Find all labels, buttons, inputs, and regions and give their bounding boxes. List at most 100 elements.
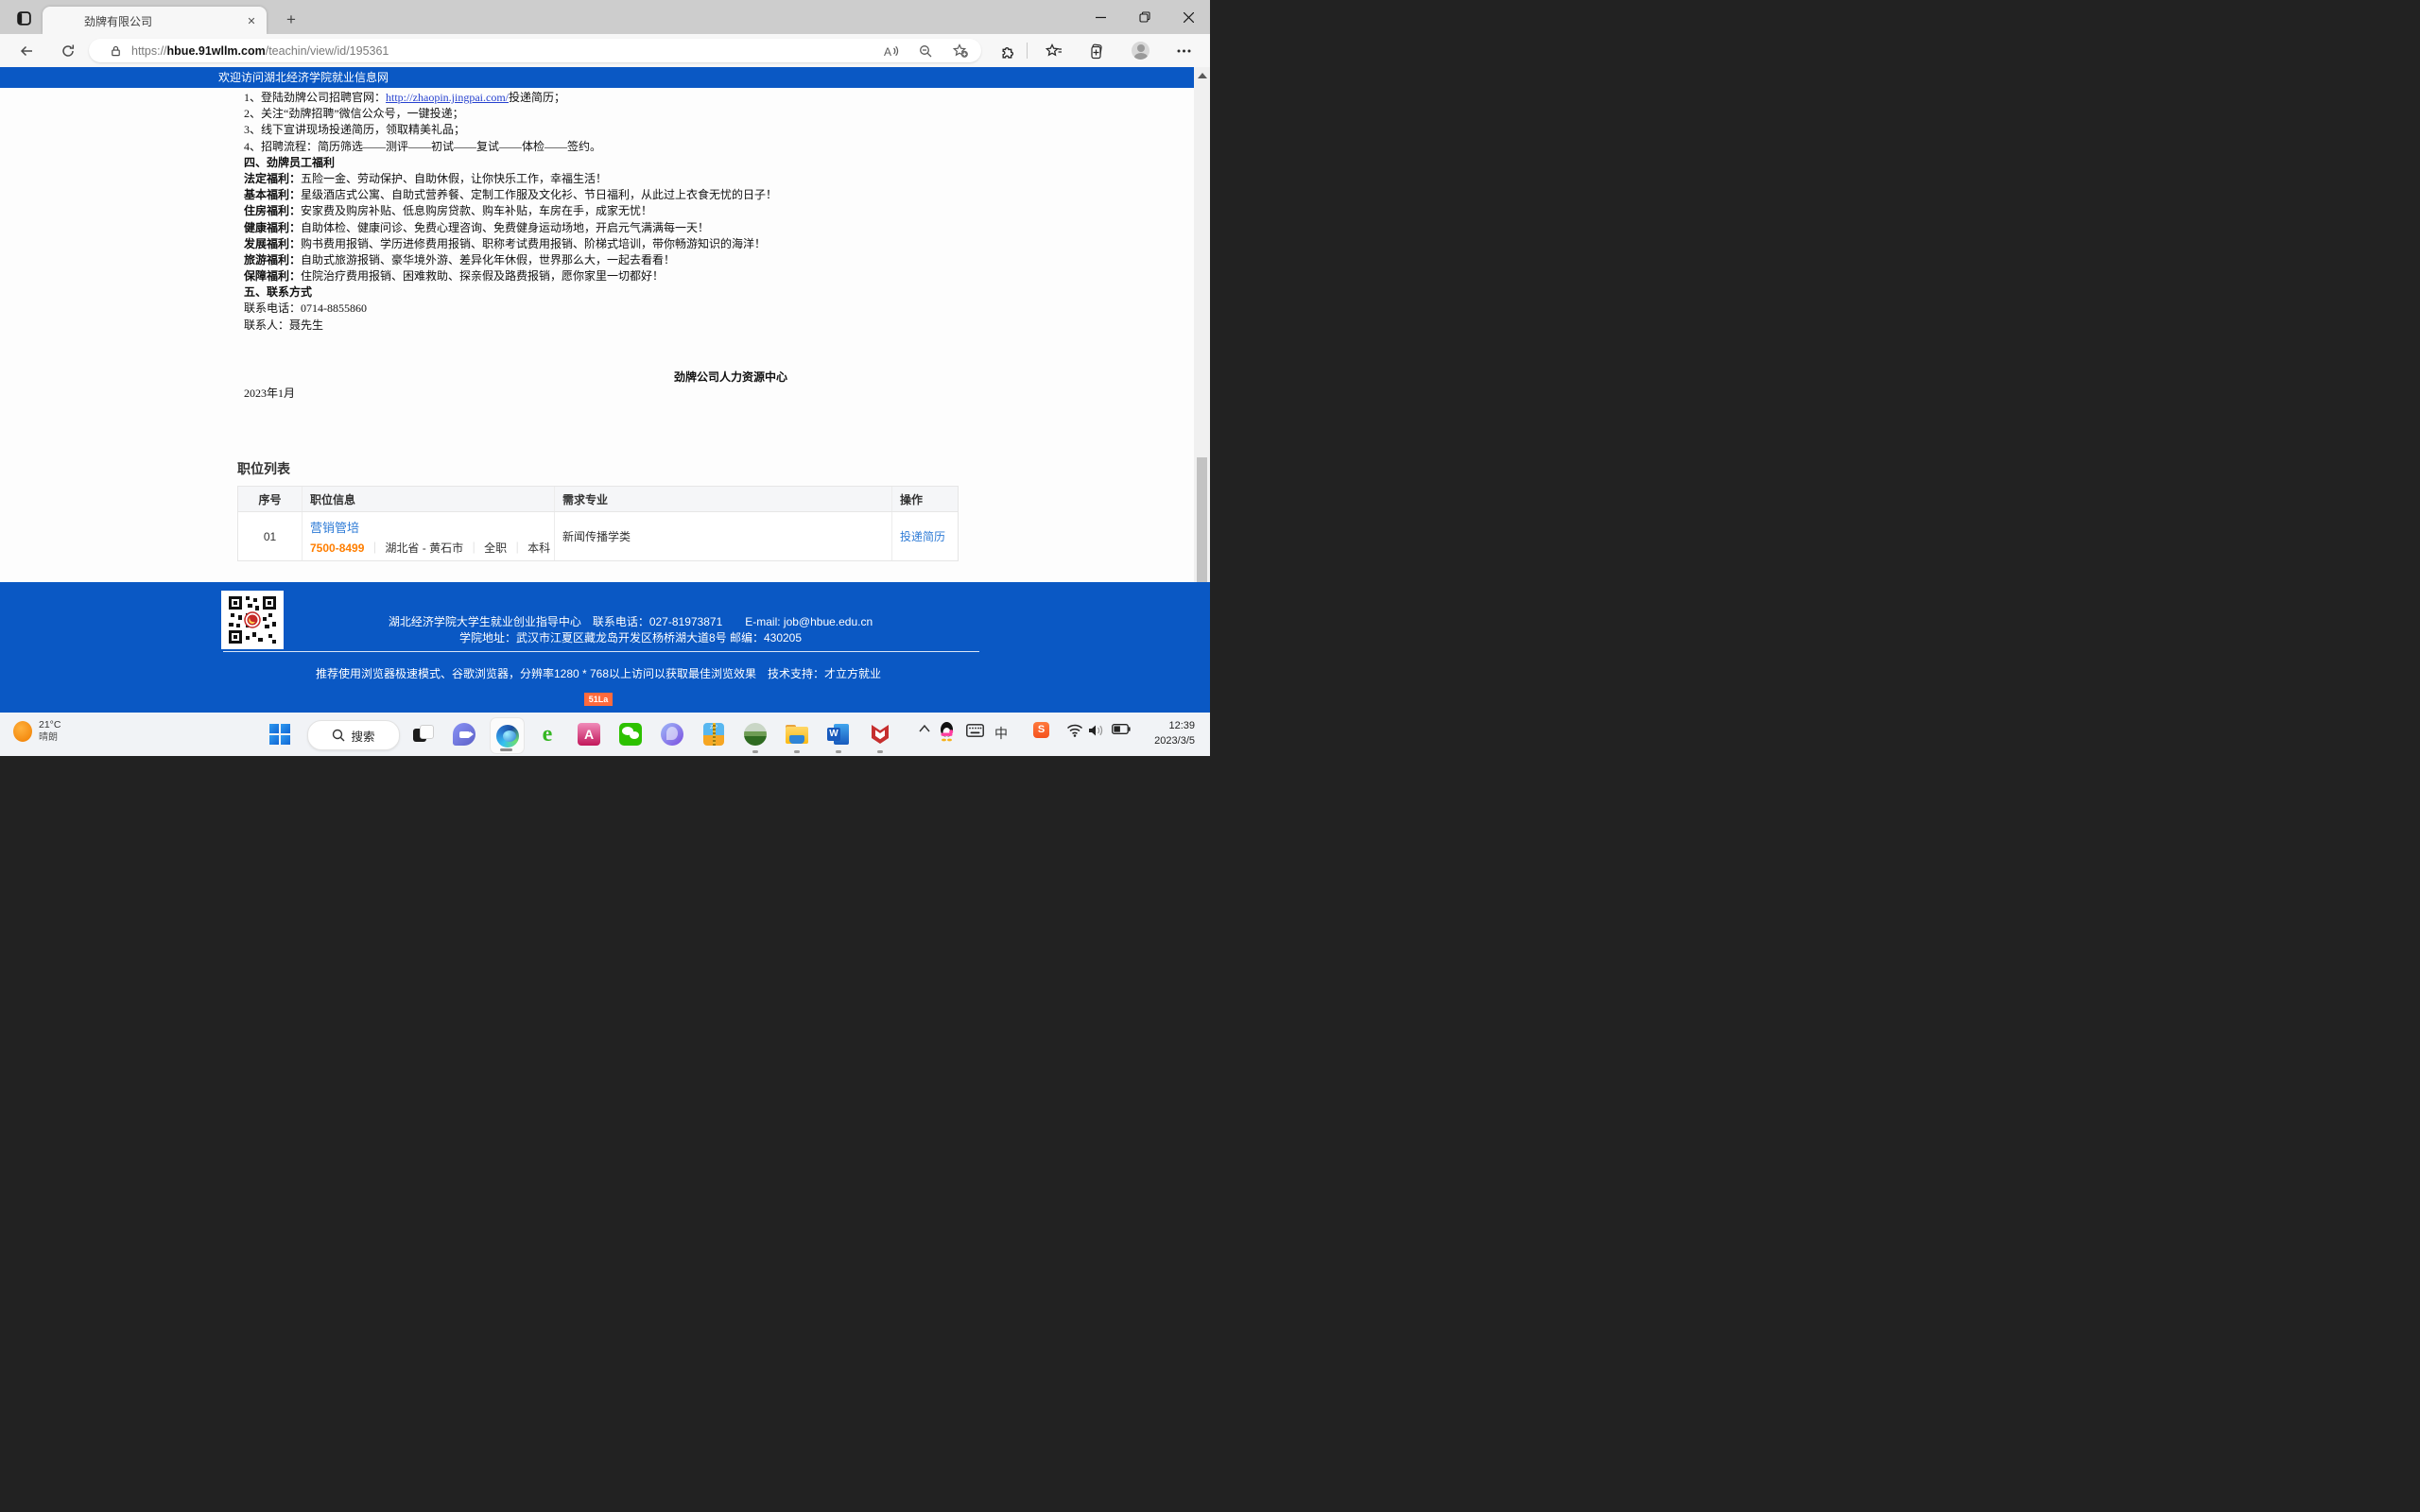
scroll-up-arrow-icon[interactable] (1198, 73, 1207, 78)
refresh-icon[interactable] (56, 39, 80, 63)
taskbar-icon-file-explorer[interactable] (782, 719, 812, 749)
edge-icon (496, 725, 519, 747)
taskbar-search[interactable]: 搜索 (307, 720, 400, 750)
clock-time: 12:39 (1154, 719, 1195, 734)
url-text[interactable]: https://hbue.91wllm.com/teachin/view/id/… (131, 44, 389, 58)
header-no: 序号 (238, 487, 302, 511)
green-e-browser-icon: e (543, 723, 553, 746)
site-banner: 欢迎访问湖北经济学院就业信息网 (0, 67, 1194, 88)
url-domain: hbue.91wllm.com (167, 44, 266, 58)
svg-text:A: A (884, 45, 891, 59)
doc-line-text: 自助式旅游报销、豪华境外游、差异化年休假，世界那么大，一起去看看！ (301, 253, 675, 266)
taskbar-icon-task-view[interactable] (407, 719, 438, 749)
add-favorite-icon[interactable] (951, 42, 970, 60)
doc-line-text: 安家费及购房补贴、低息购房贷款、购车补贴，车房在手，成家无忧！ (301, 204, 652, 217)
tray-chevron-up-icon[interactable] (918, 724, 931, 733)
job-meta: 7500-8499｜湖北省 - 黄石市｜全职｜本科 (310, 540, 554, 556)
tray-qq-icon[interactable] (939, 721, 955, 742)
window-minimize-button[interactable] (1079, 0, 1122, 34)
doc-line: 联系人：聂先生 (244, 318, 1114, 334)
sogou-input-icon[interactable]: S (1033, 722, 1049, 738)
battery-icon[interactable] (1112, 724, 1131, 734)
start-button[interactable] (265, 719, 295, 749)
windows-logo-icon (269, 724, 290, 745)
browser-titlebar: 劲牌有限公司 ✕ + (0, 0, 1210, 34)
doc-line-text: 3、线下宣讲现场投递简历，领取精美礼品； (244, 123, 465, 136)
wechat-icon (619, 723, 642, 746)
doc-line-tail: 投递简历； (509, 91, 565, 104)
doc-line-text: 住院治疗费用报销、困难救助、探亲假及路费报销，愿你家里一切都好！ (301, 269, 664, 283)
51la-badge[interactable]: 51La (584, 693, 613, 706)
job-info-cell: 营销管培 7500-8499｜湖北省 - 黄石市｜全职｜本科 (302, 512, 555, 560)
taskbar-icon-chat[interactable] (449, 719, 479, 749)
volume-icon[interactable] (1088, 724, 1104, 737)
footer-contact-line2: 学院地址：武汉市江夏区藏龙岛开发区杨桥湖大道8号 邮编：430205 (221, 630, 1040, 646)
taskbar-icon-wechat[interactable] (615, 719, 646, 749)
zoom-out-icon[interactable] (916, 42, 935, 60)
taskbar-icon-photos[interactable] (740, 719, 770, 749)
extensions-icon[interactable] (995, 39, 1020, 63)
sun-icon (13, 721, 32, 742)
weather-widget[interactable]: 21°C 晴朗 (13, 719, 60, 744)
ime-glyph: 中 (994, 724, 1008, 743)
separator: ｜ (511, 541, 523, 555)
doc-inline-link[interactable]: http://zhaopin.jingpai.com/ (386, 91, 509, 104)
wifi-icon[interactable] (1066, 724, 1083, 737)
new-tab-button[interactable]: + (280, 9, 302, 31)
collections-icon[interactable] (1083, 39, 1108, 63)
footer-contact-lines: 湖北经济学院大学生就业创业指导中心 联系电话：027-81973871 E-ma… (221, 614, 1040, 646)
footer-divider (223, 651, 979, 652)
profile-avatar[interactable] (1132, 42, 1150, 60)
sogou-s-glyph: S (1033, 722, 1049, 738)
window-restore-button[interactable] (1123, 0, 1167, 34)
browser-tab[interactable]: 劲牌有限公司 ✕ (43, 7, 267, 34)
task-view-icon (413, 725, 432, 744)
table-row: 01 营销管培 7500-8499｜湖北省 - 黄石市｜全职｜本科 新闻传播学类… (238, 512, 958, 560)
taskbar-icon-zip-tool[interactable]: ZIP (699, 719, 729, 749)
doc-line-label: 旅游福利： (244, 253, 301, 266)
doc-line: 3、线下宣讲现场投递简历，领取精美礼品； (244, 122, 1114, 138)
taskbar-icon-ie-browser[interactable]: e (532, 719, 562, 749)
tab-actions-menu-icon[interactable] (9, 4, 38, 32)
job-title-link[interactable]: 营销管培 (310, 518, 554, 536)
doc-line: 旅游福利：自助式旅游报销、豪华境外游、差异化年休假，世界那么大，一起去看看！ (244, 252, 1114, 268)
search-icon (332, 729, 345, 742)
zip-tool-icon: ZIP (703, 723, 724, 746)
apply-link[interactable]: 投递简历 (900, 528, 945, 544)
access-icon: A (578, 723, 600, 746)
tab-close-icon[interactable]: ✕ (244, 13, 259, 28)
article-body: 1、登陆劲牌公司招聘官网：http://zhaopin.jingpai.com/… (244, 90, 1114, 334)
doc-line: 4、招聘流程：简历筛选——测评——初试——复试——体检——签约。 (244, 139, 1114, 155)
running-indicator (794, 750, 800, 753)
header-info: 职位信息 (302, 487, 555, 511)
doc-line-text: 五险一金、劳动保护、自助休假，让你快乐工作，幸福生活！ (301, 172, 607, 185)
address-bar[interactable]: https://hbue.91wllm.com/teachin/view/id/… (89, 39, 981, 62)
doc-line-text: 联系人：聂先生 (244, 318, 323, 332)
windows-taskbar: 21°C 晴朗 搜索 e A ZIP W (0, 713, 1210, 756)
doc-line-text: 购书费用报销、学历进修费用报销、职称考试费用报销、阶梯式培训，带你畅游知识的海洋… (301, 237, 766, 250)
read-aloud-icon[interactable]: A (881, 42, 900, 60)
doc-line-label: 四、劲牌员工福利 (244, 156, 335, 169)
job-salary: 7500-8499 (310, 541, 364, 555)
settings-menu-icon[interactable] (1171, 39, 1196, 63)
back-icon[interactable] (14, 39, 39, 63)
doc-line: 发展福利：购书费用报销、学历进修费用报销、职称考试费用报销、阶梯式培训，带你畅游… (244, 236, 1114, 252)
doc-date: 2023年1月 (244, 385, 295, 401)
taskbar-icon-word[interactable]: W (823, 719, 854, 749)
doc-line: 住房福利：安家费及购房补贴、低息购房贷款、购车补贴，车房在手，成家无忧！ (244, 203, 1114, 219)
touch-keyboard-icon[interactable] (966, 724, 984, 737)
favorites-icon[interactable] (1042, 39, 1066, 63)
lock-icon[interactable] (110, 44, 122, 58)
taskbar-clock[interactable]: 12:39 2023/3/5 (1154, 719, 1195, 748)
edge-active-indicator (500, 748, 512, 751)
window-close-button[interactable] (1167, 0, 1210, 34)
doc-line-label: 基本福利： (244, 188, 301, 201)
weather-temp: 21°C (39, 719, 60, 731)
taskbar-icon-mcafee[interactable] (865, 719, 895, 749)
doc-line: 2、关注“劲牌招聘”微信公众号，一键投递； (244, 106, 1114, 122)
ime-mode-icon[interactable]: 中 (994, 724, 1008, 743)
doc-line: 健康福利：自助体检、健康问诊、免费心理咨询、免费健身运动场地，开启元气满满每一天… (244, 220, 1114, 236)
doc-line-label: 法定福利： (244, 172, 301, 185)
taskbar-icon-access[interactable]: A (574, 719, 604, 749)
taskbar-icon-designer[interactable] (657, 719, 687, 749)
